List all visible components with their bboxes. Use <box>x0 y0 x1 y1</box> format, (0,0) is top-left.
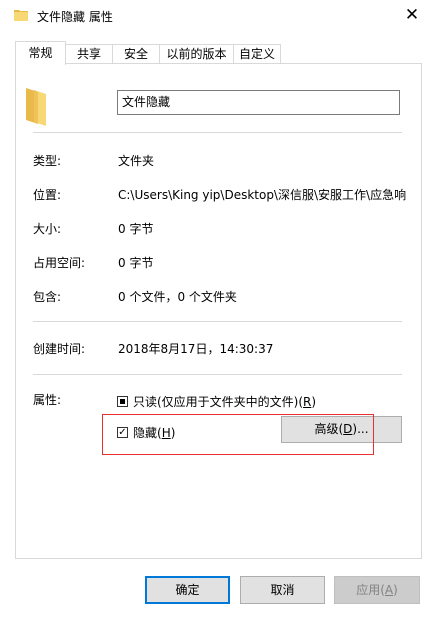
size-label: 大小: <box>33 222 62 236</box>
tab-sharing[interactable]: 共享 <box>65 44 113 64</box>
created-value: 2018年8月17日，14:30:37 <box>118 342 274 356</box>
annotation-highlight-box <box>102 414 374 455</box>
location-label: 位置: <box>33 188 62 202</box>
folder-name-field[interactable]: 文件隐藏 <box>117 90 400 115</box>
tab-general[interactable]: 常规 <box>15 41 66 65</box>
large-folder-icon <box>26 88 46 126</box>
size-value: 0 字节 <box>118 222 154 236</box>
contains-value: 0 个文件，0 个文件夹 <box>118 290 237 304</box>
folder-icon <box>14 10 28 21</box>
readonly-checkbox[interactable]: 只读(仅应用于文件夹中的文件)(R) <box>117 393 316 410</box>
title-bar: 文件隐藏 属性 ✕ <box>0 0 435 31</box>
tab-security[interactable]: 安全 <box>112 44 160 64</box>
type-label: 类型: <box>33 154 62 168</box>
contains-label: 包含: <box>33 290 62 304</box>
tab-previous-versions[interactable]: 以前的版本 <box>159 44 234 64</box>
window-title: 文件隐藏 属性 <box>37 10 113 24</box>
cancel-button[interactable]: 取消 <box>240 576 325 604</box>
ok-button[interactable]: 确定 <box>145 576 230 604</box>
location-value: C:\Users\King yip\Desktop\深信服\安服工作\应急响 <box>118 188 406 202</box>
created-label: 创建时间: <box>33 342 86 356</box>
attributes-label: 属性: <box>33 393 62 407</box>
close-icon: ✕ <box>404 5 420 25</box>
disk-size-label: 占用空间: <box>33 256 86 270</box>
readonly-checkbox-box[interactable] <box>117 396 128 407</box>
general-panel <box>15 63 422 559</box>
separator <box>33 132 402 133</box>
folder-name-value: 文件隐藏 <box>122 95 171 109</box>
readonly-checkbox-label: 只读(仅应用于文件夹中的文件)(R) <box>133 395 317 409</box>
close-button[interactable]: ✕ <box>389 0 435 31</box>
separator <box>33 374 402 375</box>
tab-customize[interactable]: 自定义 <box>233 44 281 64</box>
separator <box>33 321 402 322</box>
apply-button[interactable]: 应用(A) <box>334 576 420 604</box>
disk-size-value: 0 字节 <box>118 256 154 270</box>
type-value: 文件夹 <box>118 154 155 168</box>
